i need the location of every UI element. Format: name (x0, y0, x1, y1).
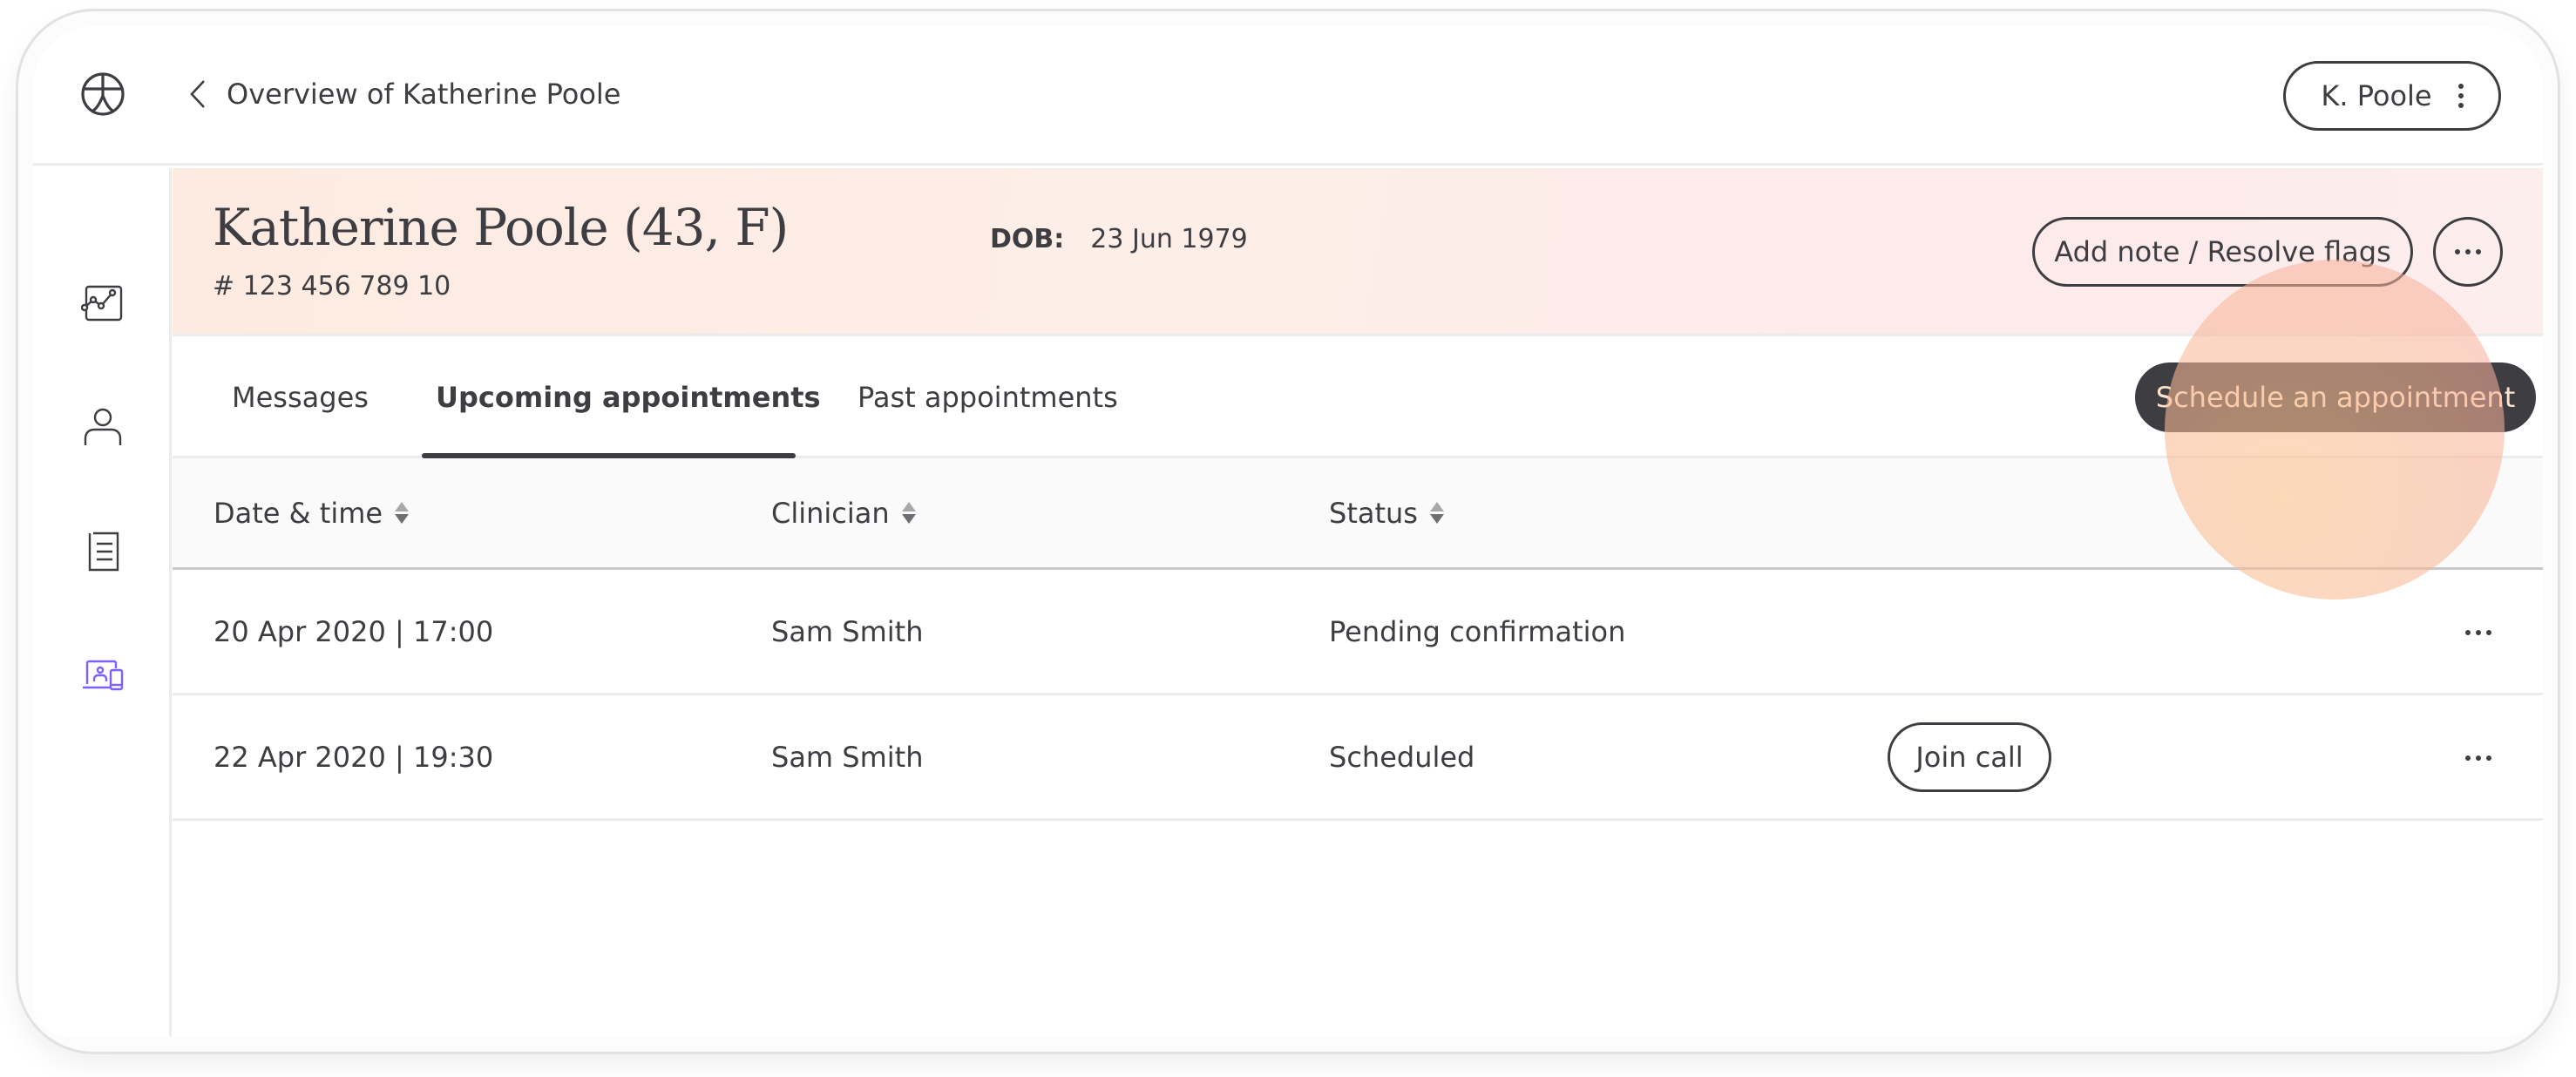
dob-value: 23 Jun 1979 (1090, 224, 1248, 254)
column-header-date-time[interactable]: Date & time (214, 458, 410, 567)
ellipsis-horizontal-icon (2465, 630, 2491, 635)
column-header-clinician[interactable]: Clinician (771, 458, 916, 567)
column-label: Date & time (214, 496, 383, 530)
back-breadcrumb[interactable]: Overview of Katherine Poole (188, 73, 620, 115)
row-more-button[interactable] (2461, 615, 2496, 650)
sidebar (33, 168, 172, 1037)
patient-id: # 123 456 789 10 (213, 271, 451, 301)
top-bar: Overview of Katherine Poole K. Poole (33, 26, 2543, 166)
table-row[interactable]: 20 Apr 2020 | 17:00 Sam Smith Pending co… (173, 570, 2543, 695)
app-panel: Overview of Katherine Poole K. Poole Kat… (33, 26, 2543, 1037)
devices-video-call-icon (83, 660, 124, 691)
sidebar-item-profile[interactable] (68, 396, 138, 457)
cell-clinician: Sam Smith (771, 740, 924, 774)
patient-more-button[interactable] (2433, 217, 2503, 287)
table-header: Date & time Clinician Status (173, 458, 2543, 570)
dob-label: DOB: (990, 224, 1065, 254)
user-button-label: K. Poole (2321, 79, 2432, 112)
tab-past-appointments[interactable]: Past appointments (858, 336, 1118, 458)
add-note-resolve-flags-button[interactable]: Add note / Resolve flags (2032, 217, 2413, 287)
patient-name: Katherine Poole (43, F) (213, 198, 789, 257)
sidebar-item-documents[interactable] (68, 521, 138, 582)
person-icon (84, 408, 122, 445)
sidebar-item-telehealth[interactable] (68, 646, 138, 707)
cell-status: Pending confirmation (1329, 614, 1626, 648)
chevron-left-icon (190, 80, 205, 108)
row-more-button[interactable] (2461, 741, 2496, 776)
column-header-status[interactable]: Status (1329, 458, 1444, 567)
breadcrumb-label: Overview of Katherine Poole (227, 78, 621, 111)
line-chart-icon (81, 285, 123, 322)
sort-icon (1429, 502, 1444, 524)
join-call-button[interactable]: Join call (1888, 722, 2051, 792)
sidebar-item-analytics[interactable] (68, 273, 138, 334)
cell-datetime: 22 Apr 2020 | 19:30 (214, 740, 494, 774)
schedule-appointment-button[interactable]: Schedule an appointment (2135, 362, 2536, 432)
logo-icon[interactable] (80, 71, 125, 117)
column-label: Status (1329, 496, 1418, 530)
cell-clinician: Sam Smith (771, 614, 924, 648)
patient-dob: DOB: 23 Jun 1979 (990, 224, 1248, 254)
column-label: Clinician (771, 496, 890, 530)
tab-upcoming-appointments[interactable]: Upcoming appointments (436, 336, 821, 458)
user-menu-button[interactable]: K. Poole (2283, 61, 2501, 131)
sort-icon (395, 502, 410, 524)
cell-datetime: 20 Apr 2020 | 17:00 (214, 614, 494, 648)
kebab-vertical-icon (2457, 84, 2464, 108)
tab-bar: Messages Upcoming appointments Past appo… (173, 336, 2543, 458)
sort-icon (901, 502, 916, 524)
ellipsis-horizontal-icon (2455, 249, 2481, 254)
cell-status: Scheduled (1329, 740, 1475, 774)
patient-header: Katherine Poole (43, F) # 123 456 789 10… (173, 168, 2543, 336)
ellipsis-horizontal-icon (2465, 755, 2491, 761)
table-row[interactable]: 22 Apr 2020 | 19:30 Sam Smith Scheduled … (173, 695, 2543, 821)
document-icon (88, 532, 119, 572)
tab-messages[interactable]: Messages (232, 336, 369, 458)
